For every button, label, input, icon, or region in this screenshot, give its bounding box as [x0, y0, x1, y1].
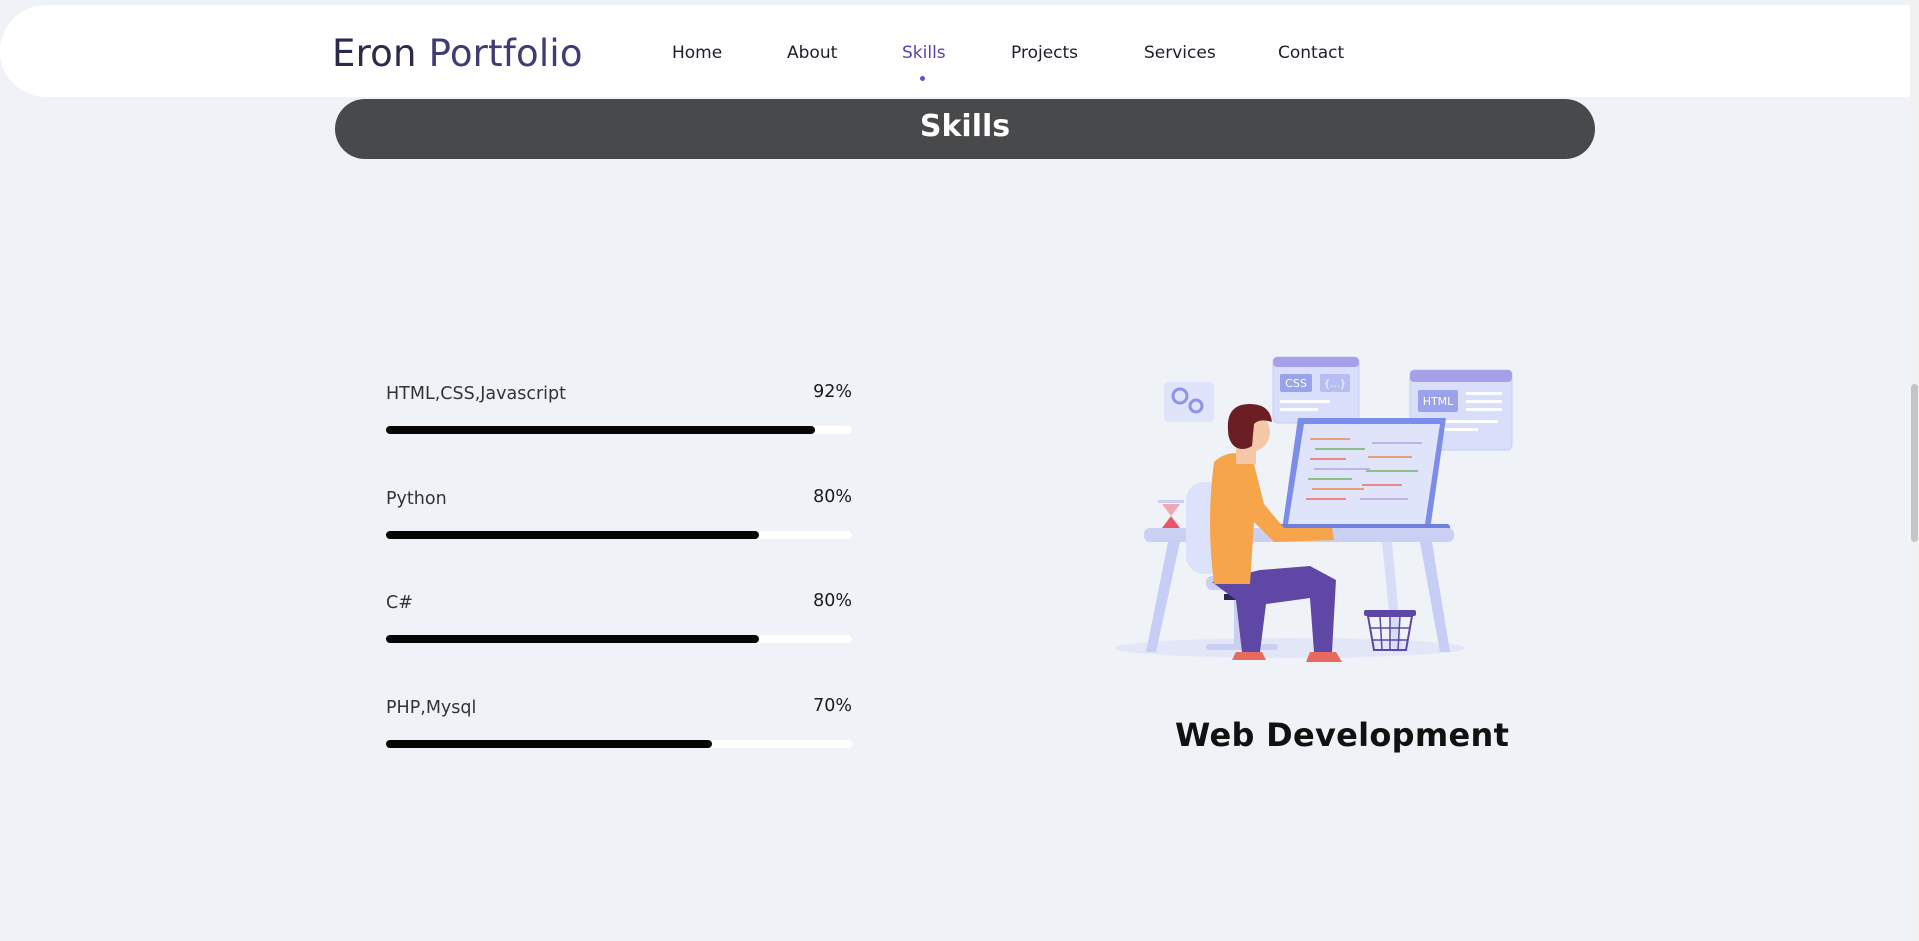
gear-bubble-icon — [1164, 382, 1214, 422]
skill-progress-fill — [386, 635, 759, 643]
css-tag: CSS — [1285, 377, 1307, 390]
nav-skills[interactable]: Skills — [902, 43, 946, 63]
page: Eron Portfolio Home About Skills Project… — [0, 0, 1919, 941]
skill-percent: 80% — [813, 591, 852, 611]
skill-progress-track — [386, 635, 852, 643]
logo-second-word: Portfolio — [428, 32, 583, 75]
skill-progress-track — [386, 426, 852, 434]
skill-progress-fill — [386, 426, 815, 434]
braces-tag: {...} — [1324, 379, 1346, 390]
site-logo[interactable]: Eron Portfolio — [332, 32, 583, 75]
skill-progress-fill — [386, 740, 713, 748]
nav-contact[interactable]: Contact — [1278, 43, 1344, 63]
nav-about[interactable]: About — [787, 43, 837, 63]
skill-progress-fill — [386, 531, 759, 539]
page-scrollbar[interactable] — [1910, 0, 1919, 941]
service-title: Web Development — [1175, 716, 1510, 754]
skill-percent: 92% — [813, 382, 852, 402]
skill-name: PHP,Mysql — [386, 698, 477, 718]
developer-illustration: CSS {...} HTML — [1115, 356, 1513, 662]
skill-name: HTML,CSS,Javascript — [386, 384, 566, 404]
skill-progress-track — [386, 531, 852, 539]
logo-first-word: Eron — [332, 32, 417, 75]
nav-home[interactable]: Home — [672, 43, 722, 63]
section-title: Skills — [919, 108, 1011, 144]
nav-services[interactable]: Services — [1144, 43, 1216, 63]
hourglass-icon — [1158, 500, 1184, 531]
nav-projects[interactable]: Projects — [1011, 43, 1078, 63]
skill-name: Python — [386, 489, 447, 509]
skill-name: C# — [386, 593, 413, 613]
section-banner: Skills — [335, 99, 1595, 159]
laptop-icon — [1270, 418, 1450, 532]
skill-percent: 70% — [813, 696, 852, 716]
site-header: Eron Portfolio Home About Skills Project… — [0, 5, 1910, 97]
nav-active-indicator — [920, 76, 925, 81]
skill-progress-track — [386, 740, 852, 748]
html-tag: HTML — [1423, 395, 1454, 408]
scrollbar-thumb[interactable] — [1911, 384, 1918, 542]
skill-percent: 80% — [813, 487, 852, 507]
css-window-icon: CSS {...} — [1272, 356, 1360, 424]
